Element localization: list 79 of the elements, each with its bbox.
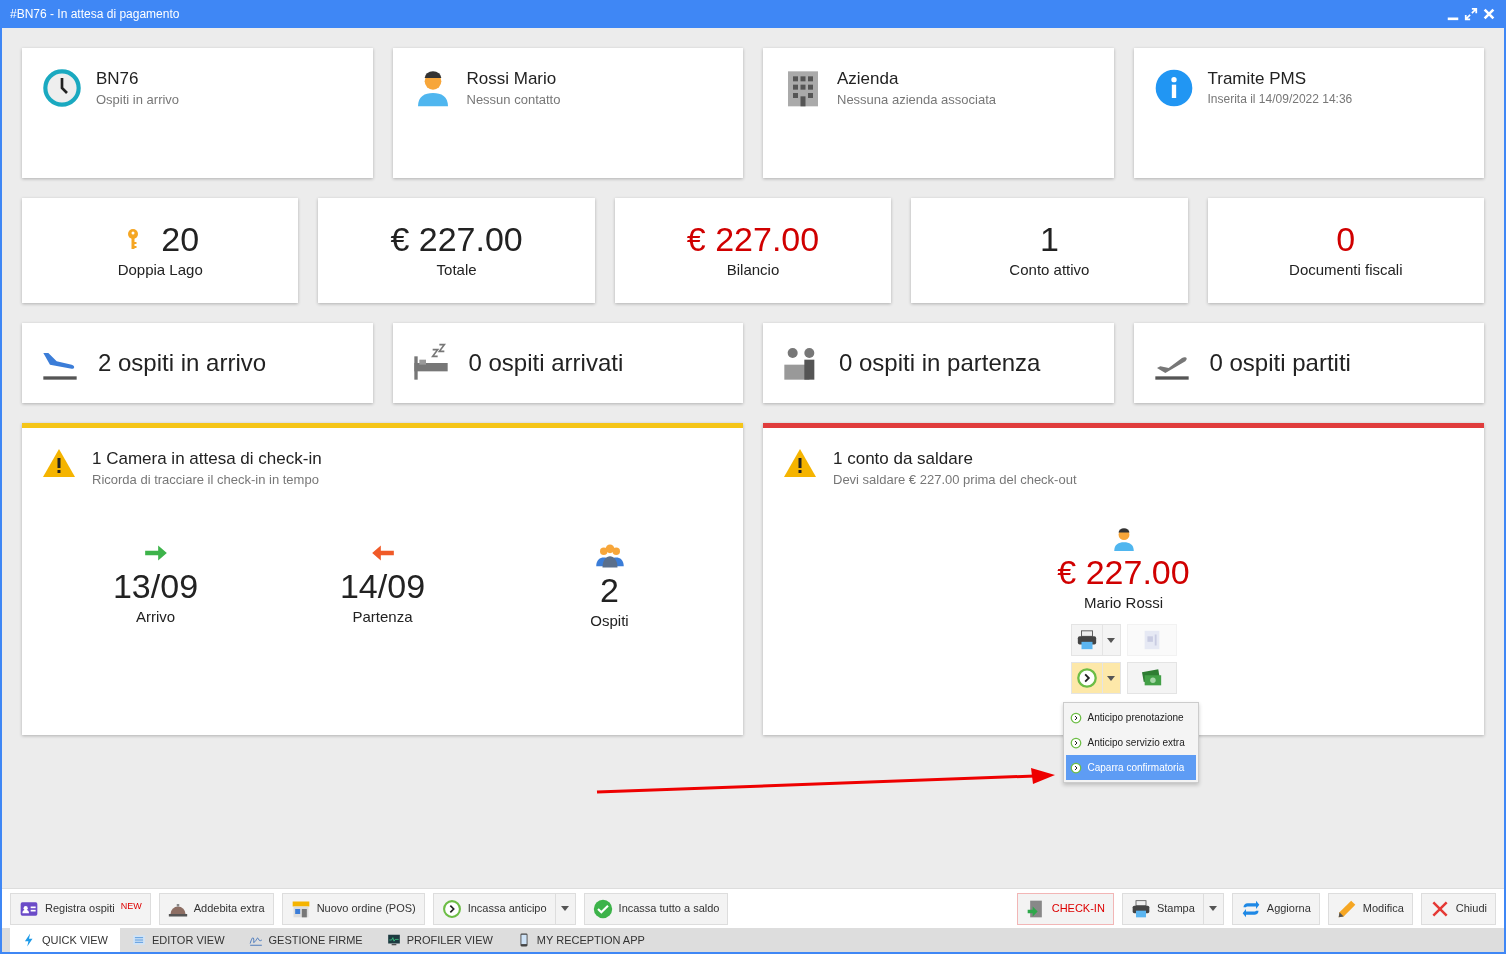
- deposit-clock-icon: [1069, 711, 1082, 724]
- menu-item[interactable]: Anticipo prenotazione: [1065, 705, 1196, 730]
- stat-label: Arrivo: [135, 606, 176, 627]
- list-icon: [132, 933, 146, 947]
- stat-value: € 227.00: [390, 219, 523, 260]
- stat-value: € 227.00: [686, 219, 820, 260]
- info-icon: [1153, 68, 1194, 108]
- menu-item[interactable]: Anticipo servizio extra: [1065, 730, 1196, 755]
- card-subtitle: Nessun contatto: [466, 91, 561, 109]
- stat-label: Totale: [436, 260, 477, 281]
- card-subtitle: Nessuna azienda associata: [837, 91, 996, 109]
- action-button[interactable]: [1126, 662, 1177, 694]
- view-tab[interactable]: EDITOR VIEW: [120, 928, 237, 952]
- view-tab[interactable]: PROFILER VIEW: [374, 928, 505, 952]
- new-label: NEW: [120, 899, 142, 913]
- toolbar-button[interactable]: Addebita extra: [158, 892, 274, 925]
- guest-count-text: 2 ospiti in arrivo: [98, 348, 267, 378]
- card-title: Rossi Mario: [466, 68, 558, 90]
- deposit-clock-icon: [1069, 761, 1082, 774]
- stat-value: 20: [161, 219, 200, 260]
- stat-label: Documenti fiscali: [1289, 260, 1403, 281]
- warning-icon: [42, 448, 76, 478]
- dropdown-toggle-button[interactable]: [1203, 892, 1224, 925]
- toolbar-button[interactable]: Nuovo ordine (POS): [281, 892, 425, 925]
- card-title: BN76: [96, 68, 140, 90]
- check-circle-icon: [592, 898, 613, 919]
- caret-icon: [1107, 637, 1115, 643]
- toolbar-button[interactable]: Incassa tutto a saldo: [583, 892, 729, 925]
- toolbar-button[interactable]: Modifica: [1327, 892, 1413, 925]
- warning-icon: [783, 448, 817, 478]
- action-button[interactable]: [1070, 624, 1103, 656]
- monitor-icon: [386, 933, 401, 947]
- guest-count-text: 0 ospiti arrivati: [468, 348, 624, 378]
- view-tab[interactable]: QUICK VIEW: [10, 928, 120, 952]
- maximize-icon[interactable]: [1464, 7, 1478, 21]
- printer-icon: [1075, 629, 1098, 651]
- deposit-clock-icon: [441, 898, 462, 919]
- caret-icon: [1209, 906, 1218, 911]
- stat-label: Bilancio: [726, 260, 780, 281]
- deposit-clock-icon: [1069, 736, 1082, 749]
- card-title: Tramite PMS: [1207, 68, 1308, 90]
- toolbar-button[interactable]: CHECK-IN: [1016, 892, 1114, 925]
- stat-value: 13/09: [112, 565, 199, 606]
- panel-subtitle: Ricorda di tracciare il check-in in tempo: [92, 471, 320, 489]
- amount-due: € 227.00: [1057, 551, 1190, 592]
- stat-value: 0: [1336, 219, 1356, 260]
- deposit-clock-icon: [1075, 667, 1098, 689]
- stat-value: 14/09: [339, 565, 426, 606]
- panel-subtitle: Devi saldare € 227.00 prima del check-out: [833, 471, 1077, 489]
- panel-title: 1 Camera in attesa di check-in: [92, 448, 322, 470]
- dropdown-toggle-button[interactable]: [555, 892, 576, 925]
- stat-value: 1: [1039, 219, 1059, 260]
- toolbar-button[interactable]: Aggiorna: [1231, 892, 1320, 925]
- toolbar-button[interactable]: Chiudi: [1420, 892, 1496, 925]
- toolbar-button[interactable]: Stampa: [1121, 892, 1204, 925]
- card-subtitle: Ospiti in arrivo: [96, 91, 180, 109]
- guest-count-text: 0 ospiti in partenza: [839, 348, 1041, 378]
- toolbar-button[interactable]: Incassa anticipo: [432, 892, 556, 925]
- printer-icon: [1130, 898, 1151, 919]
- stat-label: Conto attivo: [1009, 260, 1090, 281]
- view-tab[interactable]: MY RECEPTION APP: [504, 928, 657, 952]
- pencil-icon: [1336, 898, 1357, 919]
- caret-icon: [561, 906, 570, 911]
- window-title: #BN76 - In attesa di pagamento: [10, 6, 180, 23]
- card-subtitle: Inserita il 14/09/2022 14:36: [1207, 91, 1353, 108]
- guest-name: Mario Rossi: [1083, 592, 1164, 613]
- toolbar-button[interactable]: Registra ospiti NEW: [10, 892, 151, 925]
- guest-count-text: 0 ospiti partiti: [1209, 348, 1351, 378]
- refresh-icon: [1240, 898, 1261, 919]
- close-icon[interactable]: [1482, 7, 1496, 21]
- view-tab[interactable]: GESTIONE FIRME: [236, 928, 375, 952]
- card-title: Azienda: [837, 68, 900, 90]
- stat-label: Partenza: [352, 606, 413, 627]
- stat-label: Doppia Lago: [117, 260, 203, 281]
- panel-title: 1 conto da saldare: [833, 448, 974, 470]
- clock-icon: [42, 68, 82, 108]
- caret-icon: [1107, 675, 1115, 681]
- stat-value: 2: [600, 569, 619, 610]
- stat-label: Ospiti: [590, 610, 629, 631]
